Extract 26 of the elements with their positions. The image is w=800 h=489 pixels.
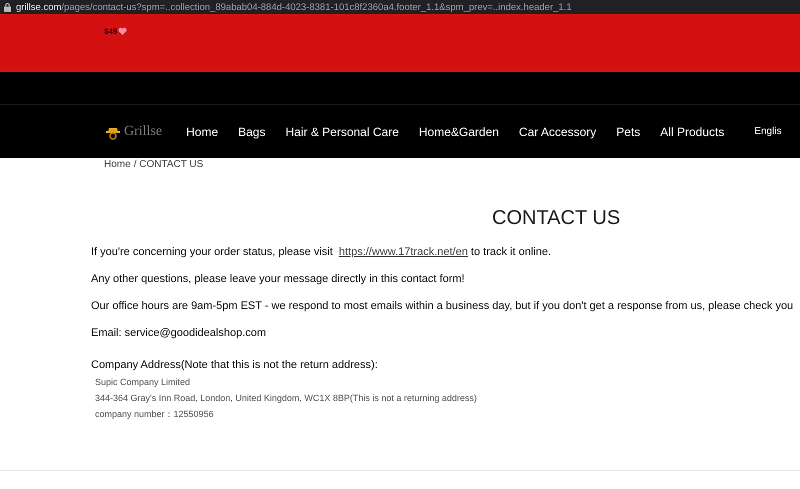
address-line: company number：12550956 — [95, 408, 215, 421]
paragraph: Email: service@goodidealshop.com — [91, 326, 268, 341]
breadcrumb-current: / CONTACT US — [134, 159, 204, 170]
address-line: 344-364 Gray's Inn Road, London, United Kingdom, WC1X 8BP(This is not a returning address) — [95, 392, 478, 405]
nav-link[interactable]: Car Accessory — [518, 124, 596, 138]
announcement-text: $49 — [104, 27, 118, 36]
nav-link[interactable]: Home&Garden — [418, 124, 499, 138]
url-text: grillse.com/pages/contact-us?spm=..collection_89abab04-884d-4023-8381-101c8f2360a4.footer_1.1&spm_prev=..index.header_1.1 — [16, 2, 572, 12]
address-heading: Company Address(Note that this is not the return address): — [91, 359, 379, 371]
nav-link[interactable]: Bags — [238, 124, 266, 138]
logo[interactable]: Grillse — [105, 124, 162, 140]
address-line: Supic Company Limited — [95, 376, 192, 389]
language-selector[interactable]: Englis — [754, 126, 782, 137]
paragraph: If you're concerning your order status, please visit https://www.17track.net/en to track it online. — [91, 245, 552, 260]
tracking-link[interactable]: https://www.17track.net/en — [338, 246, 468, 258]
breadcrumb-link[interactable]: Home — [104, 159, 131, 170]
heart-icon — [118, 27, 128, 35]
nav-link[interactable]: Pets — [616, 124, 640, 138]
paragraph: Any other questions, please leave your message directly in this contact form! — [91, 272, 466, 287]
nav-link[interactable]: All Products — [660, 124, 724, 138]
paragraph: Our office hours are 9am-5pm EST - we respond to most emails within a business day, but if you don't get a response from us, please check you — [91, 299, 794, 314]
page-title: CONTACT US — [492, 206, 622, 231]
nav-link[interactable]: Hair & Personal Care — [285, 124, 399, 138]
address-bar[interactable]: grillse.com/pages/contact-us?spm=..collection_89abab04-884d-4023-8381-101c8f2360a4.footer_1.1&spm_prev=..index.header_1.1 — [0, 0, 800, 14]
nav-link[interactable]: Home — [186, 124, 218, 138]
lock-icon — [4, 2, 11, 12]
